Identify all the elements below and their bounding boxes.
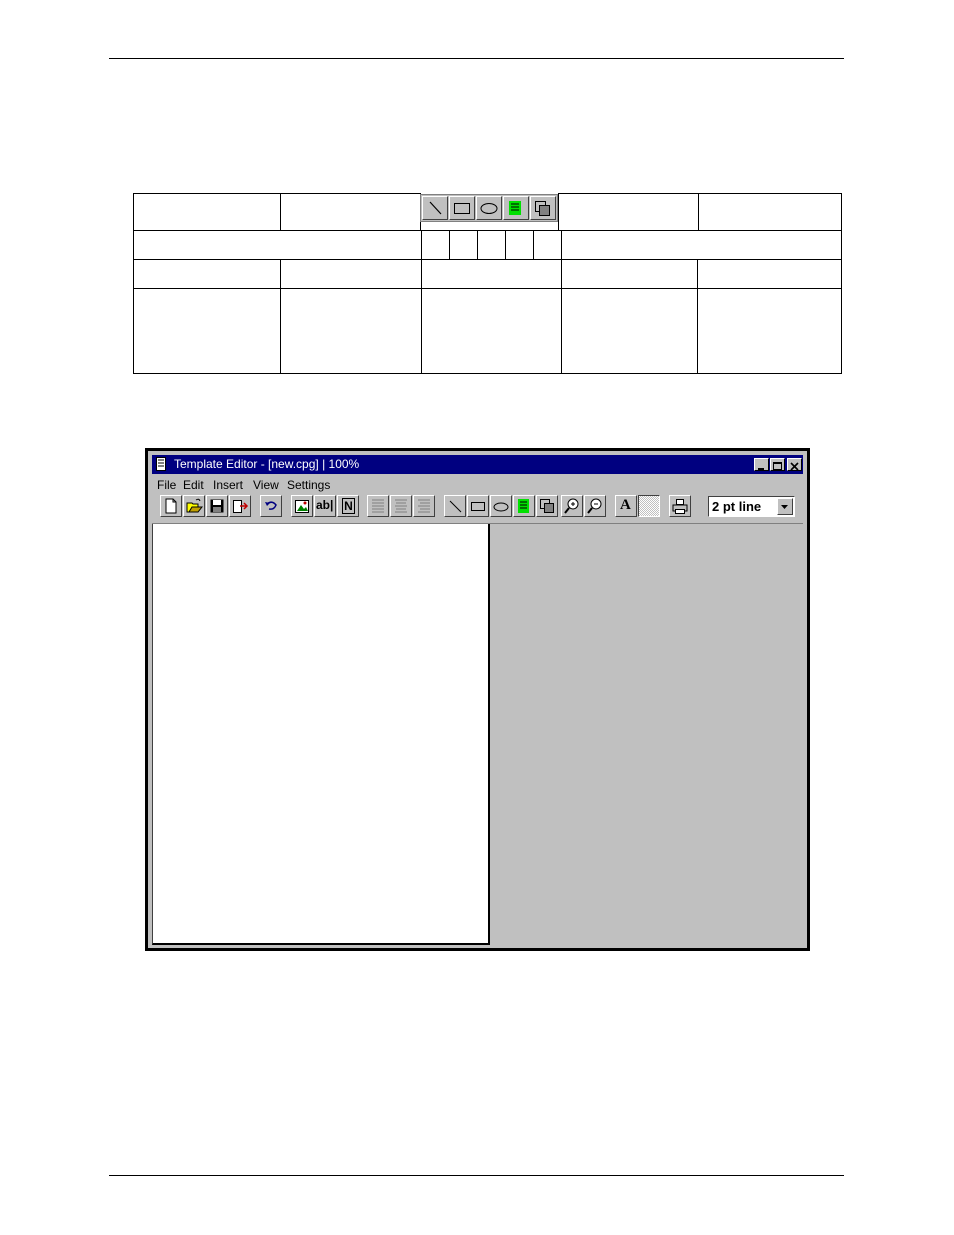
zoom-in-button[interactable] (561, 495, 583, 517)
ellipse-tool-button[interactable] (490, 495, 512, 517)
align-center-button[interactable] (390, 495, 412, 517)
menu-insert[interactable]: Insert (213, 478, 243, 492)
table-cell (477, 230, 506, 260)
table-cell (421, 259, 562, 289)
table-cell (421, 230, 450, 260)
title-bar[interactable]: Template Editor - [new.cpg] | 100% (152, 455, 803, 474)
close-icon (788, 459, 801, 476)
number-field-icon: N (342, 498, 355, 514)
layers-tool-button[interactable] (530, 196, 556, 220)
table-cell (133, 259, 281, 289)
layers-tool-button[interactable] (536, 495, 558, 517)
table-cell (449, 230, 478, 260)
window-title: Template Editor - [new.cpg] | 100% (174, 457, 360, 471)
line-width-value: 2 pt line (712, 499, 762, 514)
template-editor-window: Template Editor - [new.cpg] | 100% File … (145, 448, 810, 951)
open-button[interactable] (183, 495, 205, 517)
table-cell (133, 288, 281, 374)
menu-bar: File Edit Insert View Settings (152, 475, 803, 494)
main-toolbar: ab| N A 2 pt line (152, 495, 803, 521)
table-cell (533, 230, 562, 260)
table-cell (505, 230, 534, 260)
bottom-rule (109, 1175, 844, 1176)
text-field-icon: ab| (316, 498, 334, 512)
table-cell (561, 259, 698, 289)
new-button[interactable] (160, 495, 182, 517)
workspace (152, 523, 803, 946)
maximize-icon (771, 459, 784, 476)
print-button[interactable] (669, 495, 691, 517)
undo-button[interactable] (260, 495, 282, 517)
text-field-button[interactable]: ab| (314, 495, 336, 517)
table-cell (561, 230, 842, 260)
font-icon: A (620, 497, 631, 513)
save-button[interactable] (206, 495, 228, 517)
insert-image-button[interactable] (291, 495, 313, 517)
minimize-button[interactable] (754, 458, 769, 471)
text-block-tool-button[interactable] (503, 196, 529, 220)
menu-file[interactable]: File (157, 478, 176, 492)
exit-button[interactable] (229, 495, 251, 517)
chevron-down-icon (778, 501, 792, 518)
maximize-button[interactable] (770, 458, 785, 471)
menu-view[interactable]: View (253, 478, 279, 492)
line-width-dropdown-button[interactable] (777, 498, 793, 515)
close-button[interactable] (787, 458, 802, 471)
table-cell (561, 288, 698, 374)
zoom-out-button[interactable] (584, 495, 606, 517)
text-block-tool-button[interactable] (513, 495, 535, 517)
table-cell (280, 193, 421, 231)
app-icon[interactable] (155, 457, 168, 472)
minimize-icon (755, 459, 768, 476)
font-button[interactable]: A (615, 495, 637, 517)
align-left-button[interactable] (367, 495, 389, 517)
menu-edit[interactable]: Edit (183, 478, 204, 492)
menu-settings[interactable]: Settings (287, 478, 330, 492)
table-cell (421, 288, 562, 374)
line-width-select[interactable]: 2 pt line (708, 496, 795, 517)
table-cell (697, 259, 842, 289)
drawing-tool-strip (420, 194, 558, 222)
rectangle-tool-button[interactable] (449, 196, 475, 220)
pattern-button[interactable] (638, 495, 660, 517)
table-cell (280, 288, 422, 374)
top-rule (109, 58, 844, 59)
align-right-button[interactable] (413, 495, 435, 517)
table-cell (133, 230, 422, 260)
table-cell (133, 193, 281, 231)
ellipse-tool-button[interactable] (476, 196, 502, 220)
line-tool-button[interactable] (422, 196, 448, 220)
table-cell (697, 288, 842, 374)
number-field-button[interactable]: N (337, 495, 359, 517)
template-page-canvas[interactable] (152, 524, 490, 945)
rectangle-tool-button[interactable] (467, 495, 489, 517)
table-cell (698, 193, 842, 231)
table-cell (280, 259, 422, 289)
line-tool-button[interactable] (444, 495, 466, 517)
table-cell (558, 193, 699, 231)
